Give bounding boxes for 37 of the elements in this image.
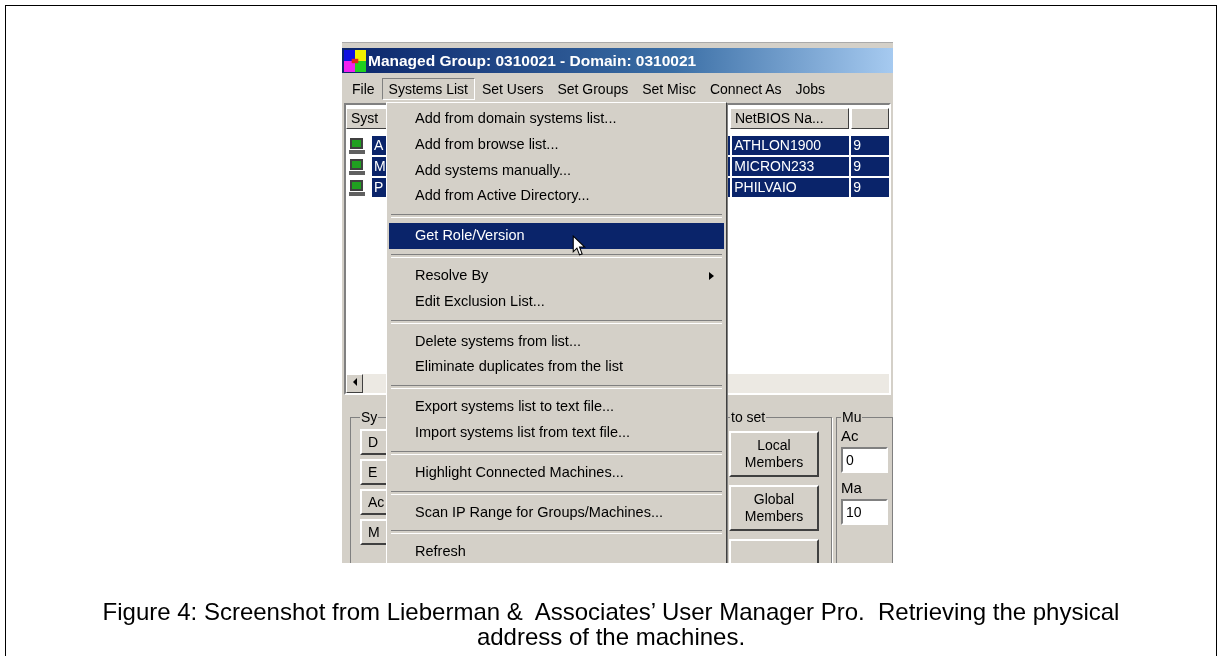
column-header[interactable]: NetBIOS Na... — [729, 108, 849, 129]
menu-item[interactable]: Edit Exclusion List... — [389, 288, 724, 315]
menu-item[interactable]: Systems List — [381, 78, 475, 100]
field-label: Ma — [841, 479, 863, 496]
table-cell: ATHLON1900 — [732, 136, 850, 155]
menu-item[interactable]: Delete systems from list... — [389, 328, 724, 355]
group-title: Sy — [360, 409, 379, 425]
menu-item[interactable]: Get Role/Version — [389, 223, 724, 249]
input-field[interactable]: 10 — [841, 499, 888, 525]
menu-item[interactable]: Import systems list from text file... — [389, 419, 724, 446]
table-cell: PHILVAIO — [732, 178, 850, 197]
menu-item[interactable]: Set Misc — [635, 78, 703, 100]
menu-item[interactable]: Add from Active Directory... — [389, 183, 724, 210]
menu-item[interactable]: Highlight Connected Machines... — [389, 459, 724, 486]
menu-item[interactable]: Add from domain systems list... — [389, 106, 724, 132]
menu-item[interactable]: Jobs — [788, 78, 833, 100]
menu-item[interactable]: Resolve By — [389, 263, 724, 289]
menu-item[interactable]: Export systems list to text file... — [389, 394, 724, 420]
menu-item[interactable]: Eliminate duplicates from the list — [389, 354, 724, 381]
group-title: to set — [730, 409, 767, 425]
menu-item[interactable]: Connect As — [702, 78, 789, 100]
menu-item[interactable]: Set Users — [474, 78, 551, 100]
window-title: Managed Group: 0310021 - Domain: 0310021 — [368, 51, 697, 70]
button[interactable]: Global Members — [729, 485, 819, 531]
menu-item[interactable]: Scan IP Range for Groups/Machines... — [389, 499, 724, 526]
input-field[interactable]: 0 — [841, 447, 888, 473]
group-title: Mu — [841, 409, 863, 425]
button[interactable]: Local Members — [729, 431, 819, 477]
menu-item[interactable]: File — [345, 78, 382, 100]
table-cell: 9 — [851, 178, 889, 197]
table-cell: 9 — [851, 157, 889, 176]
table-cell: MICRON233 — [732, 157, 850, 176]
menu-item[interactable]: Set Groups — [550, 78, 636, 100]
field-label: Ac — [841, 427, 860, 444]
table-cell: 9 — [851, 136, 889, 155]
figure-caption: Figure 4: Screenshot from Lieberman & Associates’ User Manager Pro. Retrieving the physical address of the machines. — [101, 599, 1121, 649]
menu-item[interactable]: Refresh — [389, 539, 724, 563]
